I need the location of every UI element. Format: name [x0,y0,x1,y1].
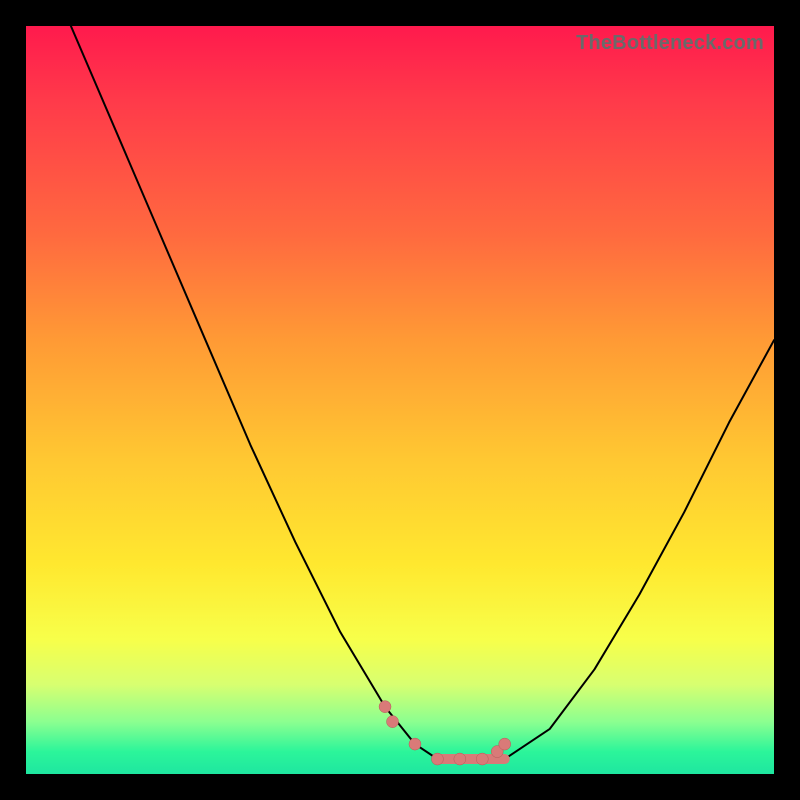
marker-dot [431,753,443,765]
plot-area: TheBottleneck.com [26,26,774,774]
marker-dot [409,738,421,750]
marker-dot [476,753,488,765]
marker-dot [454,753,466,765]
marker-dot [379,701,391,713]
curve-right-arm [505,340,774,759]
curve-overlay [26,26,774,774]
curve-left-arm [71,26,438,759]
marker-dot [499,738,511,750]
chart-frame: TheBottleneck.com [0,0,800,800]
marker-dot [387,716,399,728]
